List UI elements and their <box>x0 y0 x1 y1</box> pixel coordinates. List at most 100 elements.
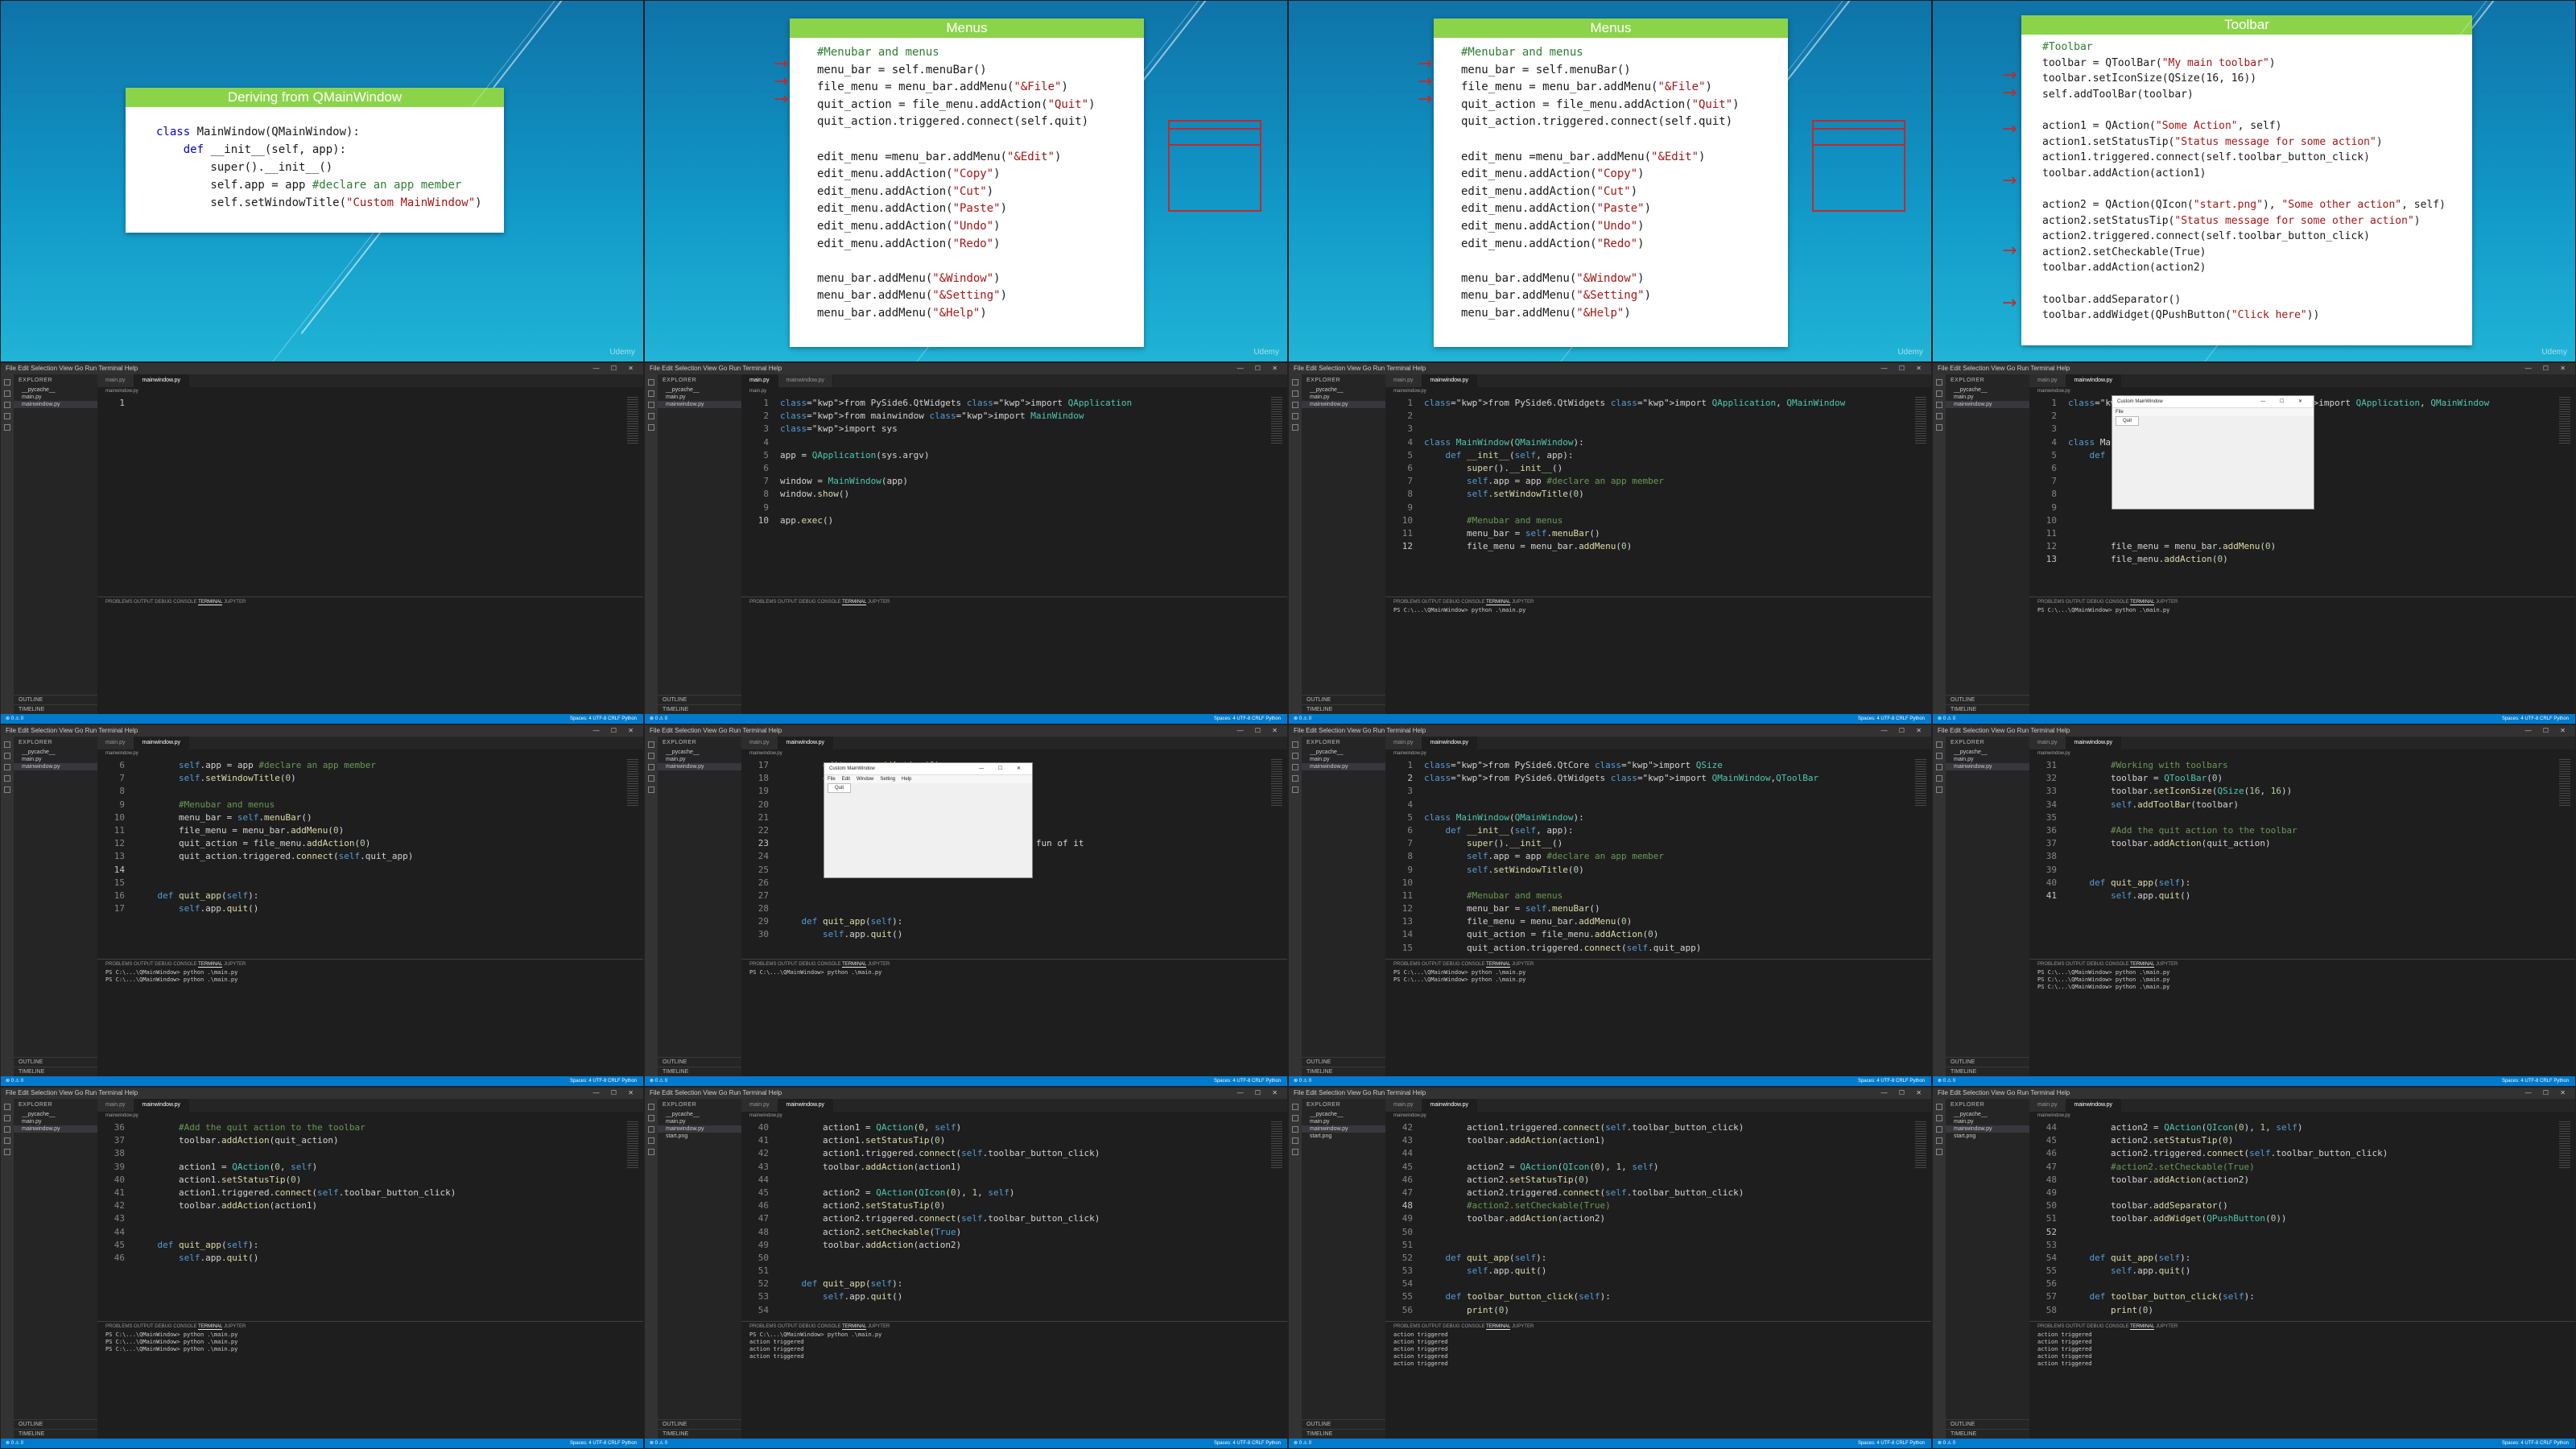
extensions-icon[interactable] <box>1292 1149 1298 1155</box>
panel-tab[interactable]: OUTPUT <box>2066 962 2086 967</box>
minimap[interactable] <box>2559 397 2570 445</box>
run-debug-icon[interactable] <box>1936 775 1942 782</box>
panel-tab[interactable]: TERMINAL <box>842 962 867 968</box>
window-controls[interactable]: — ☐ ✕ <box>593 1088 638 1099</box>
run-debug-icon[interactable] <box>4 775 10 782</box>
editor-tab[interactable]: mainwindow.py <box>2066 374 2121 387</box>
run-debug-icon[interactable] <box>648 413 654 419</box>
window-controls[interactable]: — ☐ ✕ <box>1237 363 1282 374</box>
status-problems[interactable]: ⊗ 0 ⚠ 0 <box>1938 1441 1955 1446</box>
file-item[interactable]: mainwindow.py <box>1302 1125 1385 1133</box>
editor-tab[interactable]: main.py <box>1385 737 1422 749</box>
run-debug-icon[interactable] <box>648 775 654 782</box>
panel-tab[interactable]: PROBLEMS <box>2037 600 2064 605</box>
outline-section[interactable]: OUTLINE <box>14 1057 97 1067</box>
extensions-icon[interactable] <box>1936 1149 1942 1155</box>
extensions-icon[interactable] <box>4 786 10 793</box>
app-window-controls[interactable]: — ☐ ✕ <box>979 763 1027 774</box>
status-info[interactable]: Spaces: 4 UTF-8 CRLF Python <box>2502 1076 2569 1086</box>
panel-tab[interactable]: DEBUG CONSOLE <box>2087 962 2128 967</box>
panel-tab[interactable]: OUTPUT <box>2066 600 2086 605</box>
file-item[interactable]: start.png <box>1302 1133 1385 1140</box>
extensions-icon[interactable] <box>1292 424 1298 431</box>
app-menu-dropdown[interactable]: Quit <box>828 783 852 793</box>
panel-tab[interactable]: DEBUG CONSOLE <box>799 600 840 605</box>
panel-tab[interactable]: PROBLEMS <box>2037 962 2064 967</box>
timeline-section[interactable]: TIMELINE <box>14 1429 97 1439</box>
app-menu-item[interactable]: Window <box>857 777 873 782</box>
timeline-section[interactable]: TIMELINE <box>14 704 97 714</box>
code-editor[interactable]: 1 <box>97 397 624 595</box>
window-controls[interactable]: — ☐ ✕ <box>2525 363 2570 374</box>
outline-section[interactable]: OUTLINE <box>1302 695 1385 704</box>
status-info[interactable]: Spaces: 4 UTF-8 CRLF Python <box>1214 1076 1281 1086</box>
panel-tab[interactable]: DEBUG CONSOLE <box>155 1324 196 1329</box>
run-debug-icon[interactable] <box>1936 413 1942 419</box>
file-item[interactable]: __pycache__ <box>658 1111 741 1118</box>
app-window[interactable]: Custom MainWindow — ☐ ✕ File Edit Window Sett… <box>824 762 1033 878</box>
file-item[interactable]: main.py <box>658 394 741 401</box>
outline-section[interactable]: OUTLINE <box>658 1057 741 1067</box>
window-controls[interactable]: — ☐ ✕ <box>2525 725 2570 737</box>
panel-tab[interactable]: TERMINAL <box>2130 600 2155 605</box>
file-item[interactable]: start.png <box>658 1133 741 1140</box>
file-item[interactable]: main.py <box>1302 394 1385 401</box>
file-item[interactable]: __pycache__ <box>14 1111 97 1118</box>
search-icon[interactable] <box>1936 1115 1942 1121</box>
panel-tab[interactable]: TERMINAL <box>198 962 223 968</box>
search-icon[interactable] <box>4 1115 10 1121</box>
source-control-icon[interactable] <box>1292 1126 1298 1133</box>
panel-tab[interactable]: OUTPUT <box>1422 1324 1442 1329</box>
search-icon[interactable] <box>1292 1115 1298 1121</box>
code-editor[interactable]: 1 class="kwp">from PySide6.QtWidgets clas… <box>741 397 1268 595</box>
panel-tab[interactable]: DEBUG CONSOLE <box>799 1324 840 1329</box>
editor-tab[interactable]: mainwindow.py <box>134 737 189 749</box>
status-problems[interactable]: ⊗ 0 ⚠ 0 <box>650 716 667 721</box>
run-debug-icon[interactable] <box>1936 1137 1942 1144</box>
app-menu-item[interactable]: File <box>2116 410 2124 415</box>
file-item[interactable]: start.png <box>1946 1133 2029 1140</box>
source-control-icon[interactable] <box>1292 402 1298 408</box>
explorer-icon[interactable] <box>648 741 654 748</box>
file-item[interactable]: main.py <box>14 394 97 401</box>
panel-tab[interactable]: OUTPUT <box>134 1324 154 1329</box>
minimap[interactable] <box>1271 759 1282 807</box>
explorer-icon[interactable] <box>1292 379 1298 386</box>
search-icon[interactable] <box>4 390 10 397</box>
search-icon[interactable] <box>648 390 654 397</box>
outline-section[interactable]: OUTLINE <box>14 1419 97 1429</box>
explorer-icon[interactable] <box>1936 741 1942 748</box>
editor-tab[interactable]: main.py <box>97 737 134 749</box>
timeline-section[interactable]: TIMELINE <box>658 1067 741 1076</box>
status-problems[interactable]: ⊗ 0 ⚠ 0 <box>1294 1441 1311 1446</box>
panel-tab[interactable]: JUPYTER <box>224 962 246 967</box>
file-item[interactable]: mainwindow.py <box>14 763 97 770</box>
code-editor[interactable]: 6 self.app = app #declare an app member 7… <box>97 759 624 957</box>
file-item[interactable]: __pycache__ <box>1302 386 1385 394</box>
status-problems[interactable]: ⊗ 0 ⚠ 0 <box>1294 1079 1311 1084</box>
panel-tab[interactable]: OUTPUT <box>778 1324 798 1329</box>
file-item[interactable]: mainwindow.py <box>14 1125 97 1133</box>
panel-tab[interactable]: TERMINAL <box>2130 1324 2155 1330</box>
panel-tab[interactable]: OUTPUT <box>134 962 154 967</box>
file-item[interactable]: main.py <box>658 756 741 763</box>
file-item[interactable]: __pycache__ <box>1946 749 2029 756</box>
minimap[interactable] <box>627 397 638 445</box>
panel-tab[interactable]: JUPYTER <box>1512 600 1534 605</box>
extensions-icon[interactable] <box>648 1149 654 1155</box>
file-item[interactable]: __pycache__ <box>1946 386 2029 394</box>
panel-tab[interactable]: TERMINAL <box>1486 1324 1511 1330</box>
minimap[interactable] <box>1271 1121 1282 1170</box>
file-item[interactable]: __pycache__ <box>14 749 97 756</box>
editor-tab[interactable]: main.py <box>1385 374 1422 387</box>
panel-tab[interactable]: JUPYTER <box>224 1324 246 1329</box>
search-icon[interactable] <box>1292 753 1298 759</box>
panel-tab[interactable]: PROBLEMS <box>749 600 776 605</box>
minimap[interactable] <box>627 759 638 807</box>
run-debug-icon[interactable] <box>1292 1137 1298 1144</box>
file-item[interactable]: main.py <box>1302 1118 1385 1125</box>
minimap[interactable] <box>2559 759 2570 807</box>
panel-tab[interactable]: DEBUG CONSOLE <box>1443 1324 1484 1329</box>
run-debug-icon[interactable] <box>1292 775 1298 782</box>
source-control-icon[interactable] <box>1292 764 1298 770</box>
